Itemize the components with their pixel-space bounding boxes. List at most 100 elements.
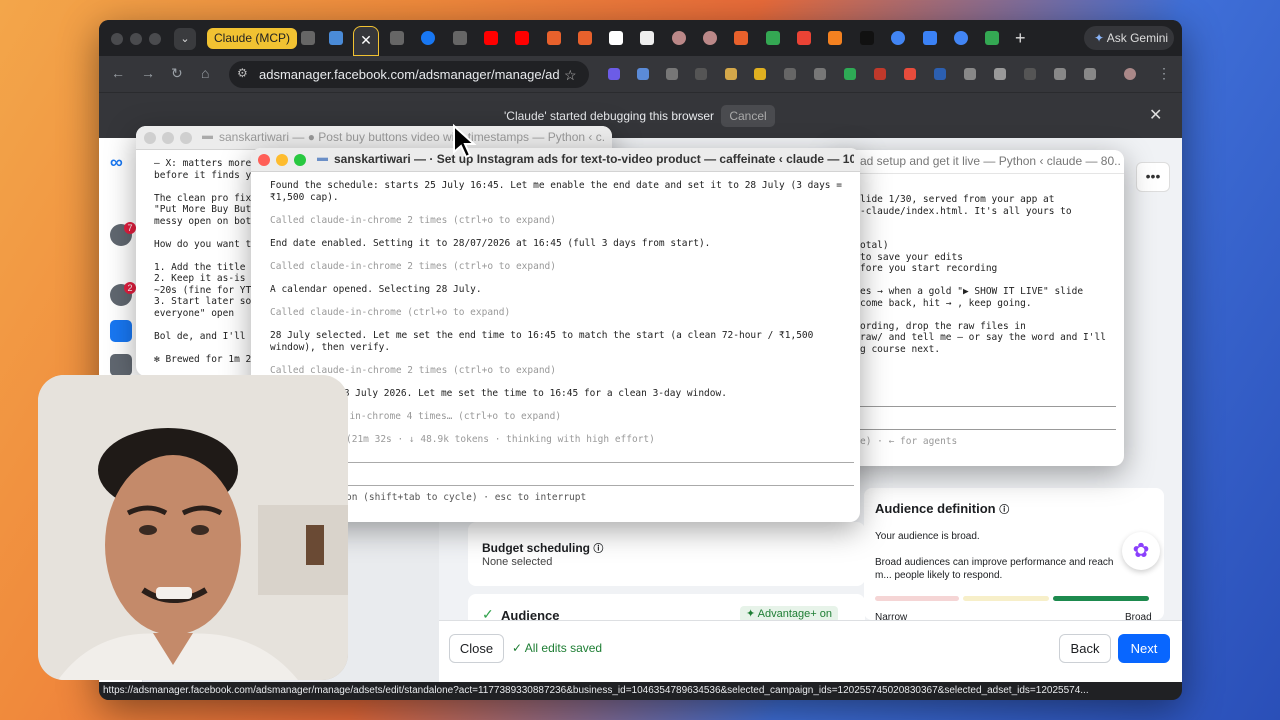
extension-icon[interactable] bbox=[637, 68, 649, 80]
avatar-icon[interactable] bbox=[672, 31, 686, 45]
ai-assistant-icon[interactable]: ✿ bbox=[1122, 532, 1160, 570]
meta-logo-icon[interactable]: ∞ bbox=[110, 152, 132, 174]
extension-icon[interactable] bbox=[695, 68, 707, 80]
tab-favicon[interactable] bbox=[640, 31, 654, 45]
info-icon[interactable]: ⓘ bbox=[999, 505, 1009, 516]
window-close-dot[interactable] bbox=[111, 33, 123, 45]
terminal-window-right[interactable]: ad setup and get it live — Python ‹ clau… bbox=[834, 150, 1124, 466]
tool-call-line[interactable]: Called claude-in-chrome (ctrl+o to expan… bbox=[270, 307, 510, 318]
facebook-icon[interactable] bbox=[421, 31, 435, 45]
table-icon[interactable] bbox=[110, 320, 132, 342]
back-arrow-icon[interactable]: ← bbox=[111, 65, 125, 81]
site-info-icon[interactable]: ⚙ bbox=[237, 66, 248, 80]
tool-call-line[interactable]: Called claude-in-chrome 2 times (ctrl+o … bbox=[270, 261, 556, 272]
tab-favicon[interactable] bbox=[301, 31, 315, 45]
output-line: A calendar opened. Selecting 28 July. bbox=[270, 284, 482, 295]
home-icon[interactable]: ⌂ bbox=[201, 65, 209, 81]
tab-favicon[interactable] bbox=[985, 31, 999, 45]
tab-favicon[interactable] bbox=[547, 31, 561, 45]
window-max-dot[interactable] bbox=[149, 33, 161, 45]
output-line: 3. Start later so bbox=[154, 296, 252, 307]
pages-icon[interactable] bbox=[110, 354, 132, 376]
ask-gemini-button[interactable]: ✦ Ask Gemini bbox=[1084, 26, 1174, 50]
active-tab[interactable]: ✕ bbox=[353, 26, 379, 56]
youtube-icon[interactable] bbox=[515, 31, 529, 45]
forward-arrow-icon[interactable]: → bbox=[141, 65, 155, 81]
notification-badge: 7 bbox=[124, 222, 136, 234]
back-button[interactable]: Back bbox=[1059, 634, 1111, 663]
tab-favicon[interactable] bbox=[766, 31, 780, 45]
profile-avatar[interactable] bbox=[1124, 68, 1136, 80]
mouse-cursor-icon bbox=[453, 124, 477, 159]
extension-icon[interactable] bbox=[1024, 68, 1036, 80]
extension-icon[interactable] bbox=[1054, 68, 1066, 80]
x-icon[interactable] bbox=[609, 31, 623, 45]
output-line: g course next. bbox=[860, 343, 941, 355]
output-line: everyone" open bbox=[154, 307, 235, 319]
output-line: 1. Add the title bbox=[154, 261, 246, 273]
extension-icon[interactable] bbox=[725, 68, 737, 80]
output-line: before it finds y bbox=[154, 169, 252, 181]
google-icon[interactable] bbox=[954, 31, 968, 45]
avatar-icon[interactable] bbox=[703, 31, 717, 45]
tab-favicon[interactable] bbox=[390, 31, 404, 45]
tab-favicon[interactable] bbox=[734, 31, 748, 45]
extension-icon[interactable] bbox=[904, 68, 916, 80]
window-min-dot[interactable] bbox=[130, 33, 142, 45]
address-bar[interactable]: ⚙ adsmanager.facebook.com/adsmanager/man… bbox=[229, 61, 589, 88]
tab-favicon[interactable] bbox=[329, 31, 343, 45]
terminal-title: ad setup and get it live — Python ‹ clau… bbox=[860, 154, 1120, 168]
next-button[interactable]: Next bbox=[1118, 634, 1170, 663]
debug-cancel-button[interactable]: Cancel bbox=[721, 105, 775, 127]
infobar-close-icon[interactable]: ✕ bbox=[1149, 105, 1162, 125]
terminal-max-dot[interactable] bbox=[180, 132, 192, 144]
tab-close-icon[interactable]: ✕ bbox=[360, 32, 372, 48]
tab-favicon[interactable] bbox=[860, 31, 874, 45]
new-tab-button[interactable]: + bbox=[1015, 28, 1026, 49]
terminal-close-dot[interactable] bbox=[258, 154, 270, 166]
output-line: ₹1,500 cap). bbox=[270, 192, 339, 203]
shield-icon[interactable] bbox=[994, 68, 1006, 80]
extension-icon[interactable] bbox=[844, 68, 856, 80]
tab-favicon[interactable] bbox=[578, 31, 592, 45]
extension-icon[interactable] bbox=[934, 68, 946, 80]
gemini-icon: ✦ bbox=[1094, 31, 1105, 45]
thinking-status: (21m 32s · ↓ 48.9k tokens · thinking wit… bbox=[346, 434, 655, 445]
bookmark-star-icon[interactable]: ☆ bbox=[564, 67, 577, 84]
address-url[interactable]: adsmanager.facebook.com/adsmanager/manag… bbox=[259, 67, 559, 82]
terminal-close-dot[interactable] bbox=[144, 132, 156, 144]
more-options-button[interactable]: ••• bbox=[1136, 162, 1170, 192]
puzzle-icon[interactable] bbox=[1084, 68, 1096, 80]
extension-icon[interactable] bbox=[814, 68, 826, 80]
terminal-title: sanskartiwari — ● Post buy buttons video… bbox=[219, 130, 604, 144]
tab-group-label[interactable]: Claude (MCP) bbox=[207, 28, 298, 49]
extension-icon[interactable] bbox=[874, 68, 886, 80]
terminal-min-dot[interactable] bbox=[162, 132, 174, 144]
info-icon[interactable]: ⓘ bbox=[593, 544, 603, 555]
kebab-menu-icon[interactable]: ⋮ bbox=[1157, 65, 1171, 82]
chart-icon[interactable] bbox=[797, 31, 811, 45]
google-icon[interactable] bbox=[891, 31, 905, 45]
tool-call-line[interactable]: Called claude-in-chrome 2 times (ctrl+o … bbox=[270, 215, 556, 226]
terminal-min-dot[interactable] bbox=[276, 154, 288, 166]
audience-definition-title: Audience definition bbox=[875, 501, 996, 516]
budget-scheduling-title: Budget scheduling bbox=[482, 541, 590, 555]
tab-search-button[interactable]: ⌄ bbox=[174, 28, 196, 50]
extension-icon[interactable] bbox=[754, 68, 766, 80]
close-button[interactable]: Close bbox=[449, 634, 504, 663]
extension-icon[interactable] bbox=[608, 68, 620, 80]
tool-call-line[interactable]: e-in-chrome 4 times… (ctrl+o to expand) bbox=[338, 411, 561, 422]
tab-favicon[interactable] bbox=[453, 31, 467, 45]
extension-icon[interactable] bbox=[784, 68, 796, 80]
tab-strip: ⌄ Claude (MCP) ✕ + ✦ Ask Gemini bbox=[99, 20, 1182, 56]
saved-status-label: All edits saved bbox=[524, 641, 603, 655]
extension-icon[interactable] bbox=[666, 68, 678, 80]
extension-icon[interactable] bbox=[964, 68, 976, 80]
terminal-titlebar: ad setup and get it live — Python ‹ clau… bbox=[834, 150, 1124, 174]
terminal-max-dot[interactable] bbox=[294, 154, 306, 166]
cloud-icon[interactable] bbox=[828, 31, 842, 45]
reload-icon[interactable]: ↻ bbox=[171, 65, 183, 82]
status-url-bar: https://adsmanager.facebook.com/adsmanag… bbox=[99, 682, 1156, 700]
youtube-icon[interactable] bbox=[484, 31, 498, 45]
tab-favicon[interactable] bbox=[923, 31, 937, 45]
